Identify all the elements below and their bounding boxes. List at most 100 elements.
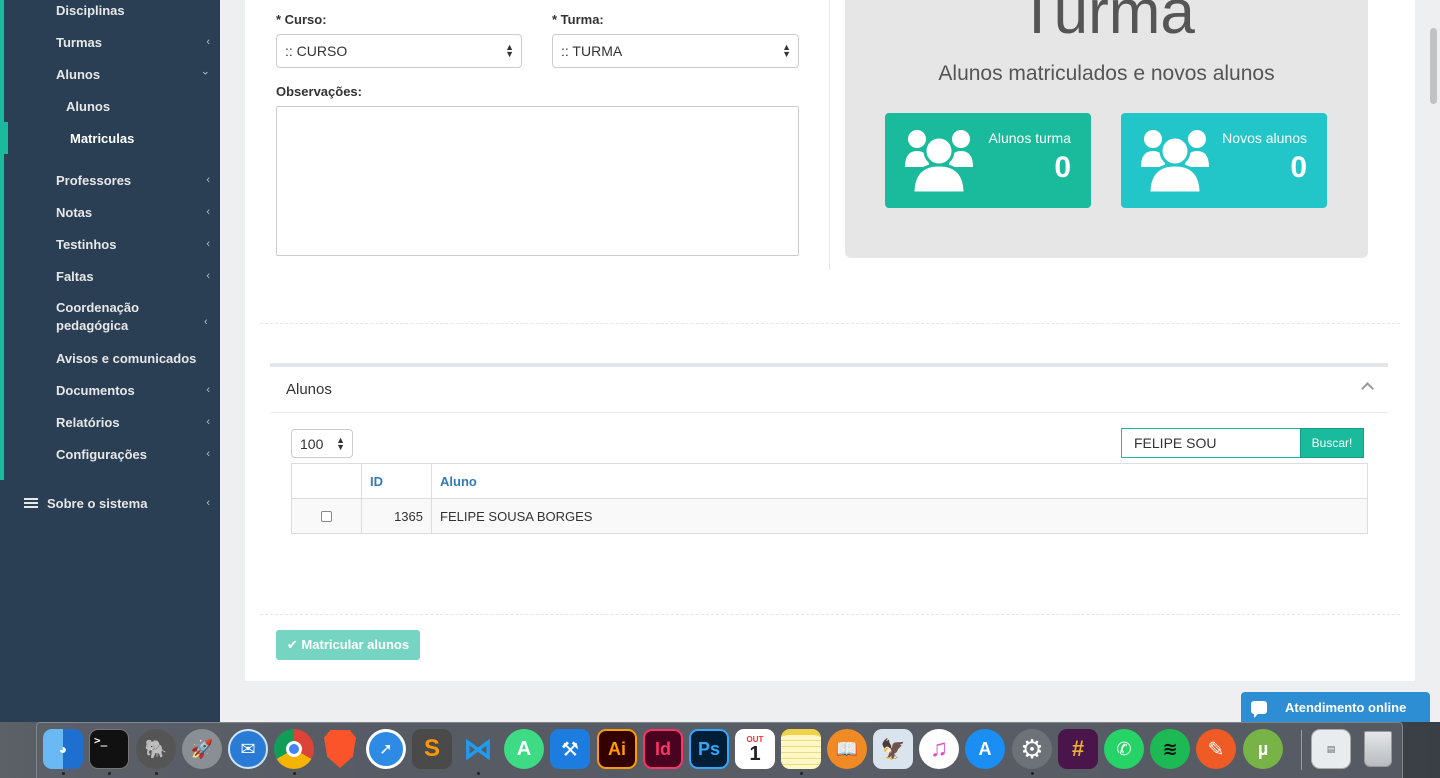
running-indicator xyxy=(1031,772,1034,775)
alunos-panel-header: Alunos xyxy=(270,367,1388,413)
sidebar-item-coordenacao[interactable]: Coordenação pedagógica xyxy=(56,298,176,336)
whatsapp-icon[interactable]: ✆ xyxy=(1104,729,1144,769)
mail-icon[interactable]: ✉ xyxy=(228,729,268,769)
trash-icon[interactable] xyxy=(1358,729,1398,769)
chevron-down-icon: ⌄ xyxy=(200,65,210,78)
sidebar-item-documentos[interactable]: Documentos ‹ xyxy=(56,375,210,405)
turma-select[interactable]: :: TURMA ▲ ▼ xyxy=(552,34,799,68)
sidebar-subitem-alunos[interactable]: Alunos xyxy=(66,91,110,121)
search-input-value: FELIPE SOU xyxy=(1134,435,1217,451)
photoshop-icon[interactable]: Ps xyxy=(689,729,729,769)
chevron-left-icon: ‹ xyxy=(206,497,210,509)
sidebar-item-faltas[interactable]: Faltas ‹ xyxy=(56,261,210,291)
main-content: * Curso: :: CURSO ▲ ▼ * Turma: :: TURMA ▲… xyxy=(245,0,1415,681)
cell-aluno: FELIPE SOUSA BORGES xyxy=(431,498,1368,534)
column-header-aluno[interactable]: Aluno xyxy=(431,463,1368,499)
calendar-icon[interactable]: OUT 1 xyxy=(735,729,775,769)
sidebar: Disciplinas Turmas ‹ Alunos ⌄ Alunos Matri… xyxy=(0,0,220,722)
sidebar-item-notas[interactable]: Notas ‹ xyxy=(56,197,210,227)
alunos-panel: Alunos xyxy=(270,363,1388,413)
sidebar-item-configuracoes[interactable]: Configurações ‹ xyxy=(56,439,210,469)
illustrator-icon[interactable]: Ai xyxy=(597,729,637,769)
active-indicator xyxy=(4,122,8,154)
sidebar-item-professores[interactable]: Professores ‹ xyxy=(56,165,210,195)
table-header-row: ID Aluno xyxy=(291,463,1368,499)
tile-count: 0 xyxy=(1054,151,1071,184)
row-checkbox[interactable] xyxy=(321,510,332,522)
slack-icon[interactable]: # xyxy=(1058,729,1098,769)
running-indicator xyxy=(155,772,158,775)
spotify-icon[interactable]: ≋ xyxy=(1150,729,1190,769)
calendar-day: 1 xyxy=(749,742,761,765)
column-header-id[interactable]: ID xyxy=(361,463,432,499)
tile-label: Alunos turma xyxy=(988,130,1071,146)
list-icon xyxy=(24,498,38,508)
sidebar-item-avisos[interactable]: Avisos e comunicados xyxy=(56,343,210,373)
brave-icon[interactable] xyxy=(320,729,360,769)
chevron-left-icon: ‹ xyxy=(206,238,210,250)
sidebar-item-label: Disciplinas xyxy=(56,2,125,18)
vscode-icon[interactable]: ⋈ xyxy=(458,729,498,769)
chrome-icon[interactable] xyxy=(274,729,314,769)
xcode-icon[interactable]: ⚒ xyxy=(550,729,590,769)
sidebar-item-turmas[interactable]: Turmas ‹ xyxy=(56,27,210,57)
safari-icon[interactable]: ➚ xyxy=(366,729,406,769)
alunos-panel-title: Alunos xyxy=(286,381,332,398)
itunes-icon[interactable]: ♫ xyxy=(919,729,959,769)
sidebar-item-testinhos[interactable]: Testinhos ‹ xyxy=(56,229,210,259)
indesign-icon[interactable]: Id xyxy=(643,729,683,769)
sidebar-item-label: Notas xyxy=(56,204,93,220)
utorrent-icon[interactable]: µ xyxy=(1243,729,1283,769)
chevron-left-icon: ‹ xyxy=(206,174,210,186)
notes-icon[interactable] xyxy=(781,729,821,769)
page-scrollbar[interactable] xyxy=(1430,28,1437,104)
ibooks-icon[interactable]: 📖 xyxy=(827,729,867,769)
tile-novos-alunos: Novos alunos 0 xyxy=(1121,113,1327,208)
chat-bubble-icon xyxy=(1251,700,1267,718)
finder-icon[interactable]: ◕ xyxy=(43,729,83,769)
terminal-icon[interactable]: >_ xyxy=(89,729,129,769)
select-arrows-icon: ▲ ▼ xyxy=(336,434,345,452)
table-row: 1365 FELIPE SOUSA BORGES xyxy=(291,498,1368,534)
app-store-icon[interactable]: A xyxy=(965,729,1005,769)
running-indicator xyxy=(477,772,480,775)
chevron-left-icon: ‹ xyxy=(206,416,210,428)
chevron-left-icon: ‹ xyxy=(206,36,210,48)
sidebar-item-label: Testinhos xyxy=(56,236,117,252)
postman-icon[interactable]: ✎ xyxy=(1196,729,1236,769)
system-preferences-icon[interactable]: ⚙ xyxy=(1012,729,1052,769)
sequel-pro-icon[interactable]: 🐘 xyxy=(136,729,176,769)
chat-widget-button[interactable]: Atendimento online xyxy=(1241,692,1430,722)
sidebar-item-disciplinas[interactable]: Disciplinas xyxy=(56,0,210,25)
sublime-text-icon[interactable]: S xyxy=(412,729,452,769)
search-button[interactable]: Buscar! xyxy=(1300,428,1364,458)
sidebar-item-alunos[interactable]: Alunos ⌄ xyxy=(56,59,210,89)
sidebar-item-sobre[interactable]: Sobre o sistema ‹ xyxy=(24,488,210,518)
page-size-select[interactable]: 100 ▲ ▼ xyxy=(291,429,353,458)
observacoes-textarea[interactable] xyxy=(276,106,799,256)
android-studio-icon[interactable]: A xyxy=(504,729,544,769)
collapse-chevron-up-icon[interactable] xyxy=(1361,382,1374,395)
sidebar-accent xyxy=(0,0,4,480)
users-icon xyxy=(905,130,973,195)
sidebar-item-relatorios[interactable]: Relatórios ‹ xyxy=(56,407,210,437)
sidebar-subitem-matriculas[interactable]: Matriculas xyxy=(70,123,134,153)
dock-separator xyxy=(1301,730,1302,770)
launchpad-icon[interactable]: 🚀 xyxy=(182,729,222,769)
sidebar-item-label: Documentos xyxy=(56,382,135,398)
turma-title: Turma xyxy=(1018,0,1195,47)
turma-label: * Turma: xyxy=(552,12,604,27)
curso-select[interactable]: :: CURSO ▲ ▼ xyxy=(276,34,522,68)
running-indicator xyxy=(293,772,296,775)
matricular-alunos-button[interactable]: ✔ Matricular alunos xyxy=(276,630,420,660)
alunos-table: ID Aluno 1365 FELIPE SOUSA BORGES xyxy=(291,463,1368,534)
search-input[interactable]: FELIPE SOU xyxy=(1121,428,1301,458)
page-size-value: 100 xyxy=(300,435,324,452)
row-checkbox-cell xyxy=(291,498,362,534)
chevron-left-icon: ‹ xyxy=(206,384,210,396)
documents-stack-icon[interactable]: ▤ xyxy=(1311,729,1351,769)
cell-id: 1365 xyxy=(361,498,432,534)
preview-icon[interactable]: 🦅 xyxy=(873,729,913,769)
tile-label: Novos alunos xyxy=(1222,130,1307,146)
sidebar-item-label: Professores xyxy=(56,172,132,188)
